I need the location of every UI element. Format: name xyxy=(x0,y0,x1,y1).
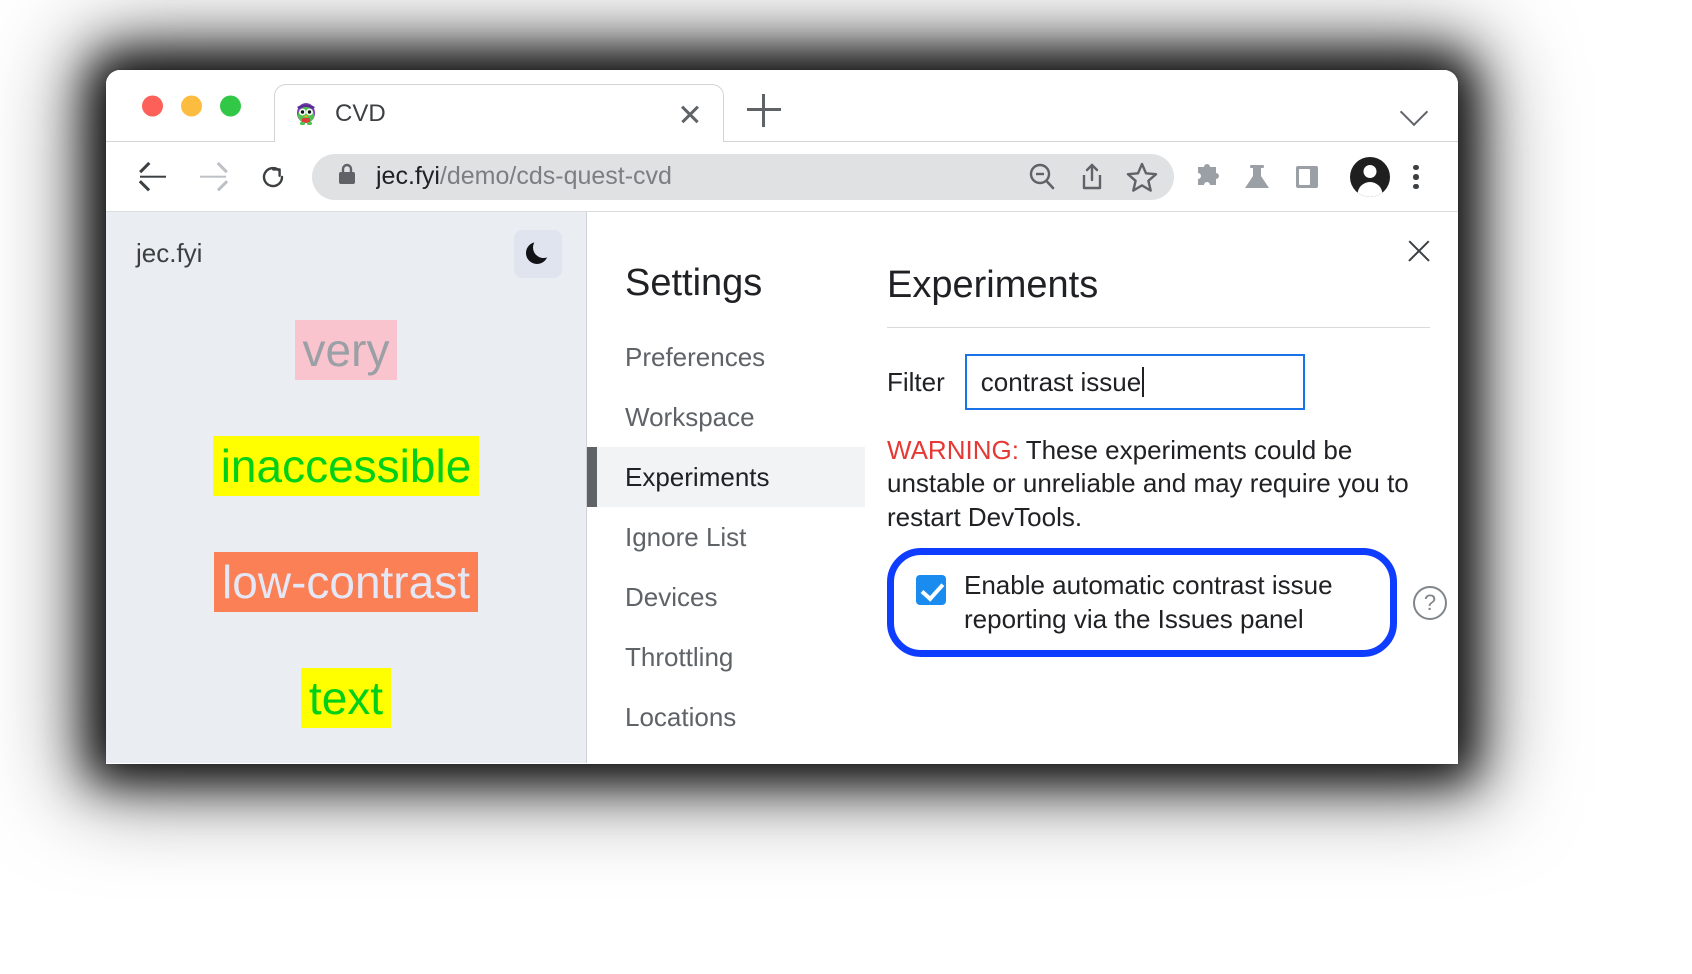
bookmark-star-icon[interactable] xyxy=(1120,155,1164,199)
new-tab-button[interactable] xyxy=(746,92,782,128)
window-maximize-button[interactable] xyxy=(220,96,241,117)
tab-close-icon[interactable] xyxy=(675,99,705,129)
sidebar-item-locations[interactable]: Locations xyxy=(587,687,865,747)
filter-input[interactable]: contrast issue xyxy=(965,354,1305,410)
experiment-checkbox[interactable] xyxy=(916,575,946,605)
warning-label: WARNING: xyxy=(887,435,1019,465)
tab-strip: CVD xyxy=(106,70,1458,142)
sidebar-item-label: Experiments xyxy=(625,462,770,493)
experiment-highlight-box: Enable automatic contrast issue reportin… xyxy=(887,548,1397,658)
sidebar-item-label: Preferences xyxy=(625,342,765,373)
panel-title: Experiments xyxy=(887,264,1458,307)
arrow-left-icon xyxy=(140,175,166,178)
browser-viewport: jec.fyi very inaccessible low-contrast t… xyxy=(106,212,1458,763)
menu-dot xyxy=(1413,174,1419,180)
url-text: jec.fyi/demo/cds-quest-cvd xyxy=(376,162,1020,191)
side-panel-icon[interactable] xyxy=(1284,154,1330,200)
sidebar-item-experiments[interactable]: Experiments xyxy=(587,447,865,507)
tab-search-button[interactable] xyxy=(1400,96,1430,126)
tab-title: CVD xyxy=(335,100,675,128)
browser-tab[interactable]: CVD xyxy=(274,84,724,142)
sidebar-item-label: Workspace xyxy=(625,402,755,433)
sample-word: text xyxy=(301,668,391,728)
sidebar-item-label: Ignore List xyxy=(625,522,746,553)
window-close-button[interactable] xyxy=(142,96,163,117)
dark-mode-toggle-button[interactable] xyxy=(514,230,562,278)
back-button[interactable] xyxy=(130,154,176,200)
address-bar[interactable]: jec.fyi/demo/cds-quest-cvd xyxy=(312,154,1174,200)
sidebar-item-label: Throttling xyxy=(625,642,733,673)
reload-button[interactable] xyxy=(250,154,296,200)
panel-divider xyxy=(887,327,1430,328)
sidebar-item-throttling[interactable]: Throttling xyxy=(587,627,865,687)
sidebar-item-devices[interactable]: Devices xyxy=(587,567,865,627)
url-host: jec.fyi xyxy=(376,162,440,190)
text-caret xyxy=(1142,367,1144,397)
close-icon[interactable] xyxy=(1402,234,1436,268)
browser-toolbar: jec.fyi/demo/cds-quest-cvd xyxy=(106,142,1458,212)
url-path: /demo/cds-quest-cvd xyxy=(440,162,672,190)
sidebar-item-ignore-list[interactable]: Ignore List xyxy=(587,507,865,567)
toolbar-extensions xyxy=(1174,154,1344,200)
site-logo: jec.fyi xyxy=(136,238,202,269)
reload-icon xyxy=(260,164,286,195)
settings-sidebar: Settings Preferences Workspace Experimen… xyxy=(587,212,865,763)
forward-button[interactable] xyxy=(190,154,236,200)
experiment-label: Enable automatic contrast issue reportin… xyxy=(964,569,1372,637)
share-icon[interactable] xyxy=(1070,155,1114,199)
menu-dot xyxy=(1413,184,1419,190)
window-minimize-button[interactable] xyxy=(181,96,202,117)
profile-avatar[interactable] xyxy=(1350,157,1390,197)
help-icon[interactable]: ? xyxy=(1413,586,1447,620)
lock-icon xyxy=(336,162,358,191)
zoom-out-icon[interactable] xyxy=(1020,155,1064,199)
filter-row: Filter contrast issue xyxy=(887,354,1458,410)
chevron-down-icon xyxy=(1400,98,1428,126)
experiments-flask-icon[interactable] xyxy=(1234,154,1280,200)
sidebar-item-preferences[interactable]: Preferences xyxy=(587,327,865,387)
browser-window: CVD xyxy=(106,70,1458,764)
moon-icon xyxy=(526,242,550,266)
contrast-samples-list: very inaccessible low-contrast text xyxy=(106,320,586,763)
omnibox-actions xyxy=(1020,155,1164,199)
arrow-right-icon xyxy=(200,175,226,178)
devtools-settings-dialog: Settings Preferences Workspace Experimen… xyxy=(586,212,1458,763)
window-traffic-lights xyxy=(142,96,241,117)
filter-input-value: contrast issue xyxy=(981,367,1141,398)
browser-menu-button[interactable] xyxy=(1396,154,1436,200)
menu-dot xyxy=(1413,165,1419,171)
experiments-warning: WARNING: These experiments could be unst… xyxy=(887,434,1427,534)
experiment-row: Enable automatic contrast issue reportin… xyxy=(887,548,1447,658)
settings-main-panel: Experiments Filter contrast issue WARNIN… xyxy=(865,212,1458,763)
settings-heading: Settings xyxy=(587,262,865,305)
tab-favicon-icon xyxy=(293,101,319,127)
web-page-pane: jec.fyi very inaccessible low-contrast t… xyxy=(106,212,586,763)
sample-word: very xyxy=(295,320,398,380)
filter-label: Filter xyxy=(887,367,945,398)
extensions-puzzle-icon[interactable] xyxy=(1184,154,1230,200)
sidebar-item-label: Locations xyxy=(625,702,736,733)
sidebar-item-workspace[interactable]: Workspace xyxy=(587,387,865,447)
sample-word: low-contrast xyxy=(214,552,478,612)
screenshot-stage: CVD xyxy=(0,0,1692,974)
sidebar-item-label: Devices xyxy=(625,582,717,613)
sample-word: inaccessible xyxy=(213,436,480,496)
